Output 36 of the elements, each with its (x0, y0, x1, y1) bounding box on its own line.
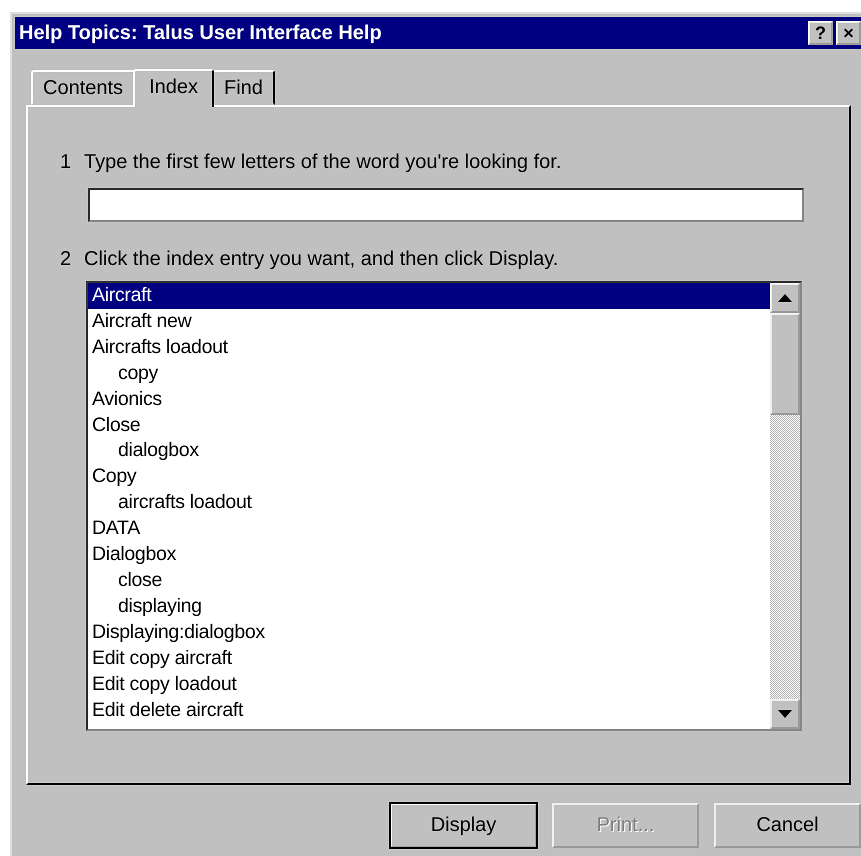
tab[interactable]: Index (133, 69, 214, 107)
index-entry[interactable]: Aircraft new (88, 308, 770, 335)
instruction-text: Type the first few letters of the word you're looking for. (84, 151, 562, 174)
index-entry[interactable]: aircrafts loadout (88, 490, 770, 516)
index-entry[interactable]: Aircrafts loadout (88, 334, 770, 361)
dialog-button[interactable]: Cancel (714, 803, 861, 848)
index-entry[interactable]: Aircraft (88, 283, 770, 309)
index-entry[interactable]: Edit delete aircraft (88, 698, 770, 724)
step-number: 2 (60, 248, 70, 271)
scrollbar[interactable] (770, 283, 800, 729)
index-entry[interactable]: Edit copy aircraft (88, 646, 770, 672)
down-arrow-icon (778, 710, 792, 718)
scroll-thumb[interactable] (770, 313, 800, 415)
dialog-button[interactable]: Display (390, 803, 537, 848)
index-entry[interactable]: Dialogbox (88, 542, 770, 568)
close-button[interactable]: × (836, 21, 861, 45)
window-title: Help Topics: Talus User Interface Help (19, 22, 382, 44)
search-field[interactable] (88, 188, 804, 222)
index-entry[interactable]: displaying (88, 594, 770, 620)
index-entry[interactable]: Displaying:dialogbox (88, 620, 770, 646)
index-entry[interactable]: DATA (88, 516, 770, 542)
up-arrow-icon (778, 294, 792, 302)
instruction-text: Click the index entry you want, and then click Display. (84, 248, 558, 271)
index-entry[interactable]: close (88, 568, 770, 594)
scroll-down-button[interactable] (770, 699, 800, 729)
tab[interactable]: Contents (31, 70, 136, 105)
index-entry[interactable]: Close (88, 412, 770, 438)
scroll-up-button[interactable] (770, 283, 800, 313)
index-entry[interactable]: Edit copy loadout (88, 672, 770, 698)
tab[interactable]: Find (212, 70, 275, 105)
index-entry[interactable]: copy (88, 360, 770, 387)
index-entry[interactable]: Avionics (88, 386, 770, 413)
step-number: 1 (60, 151, 70, 174)
help-button[interactable]: ? (808, 21, 833, 45)
index-entry[interactable]: Copy (88, 464, 770, 490)
index-entry[interactable]: dialogbox (88, 438, 770, 464)
